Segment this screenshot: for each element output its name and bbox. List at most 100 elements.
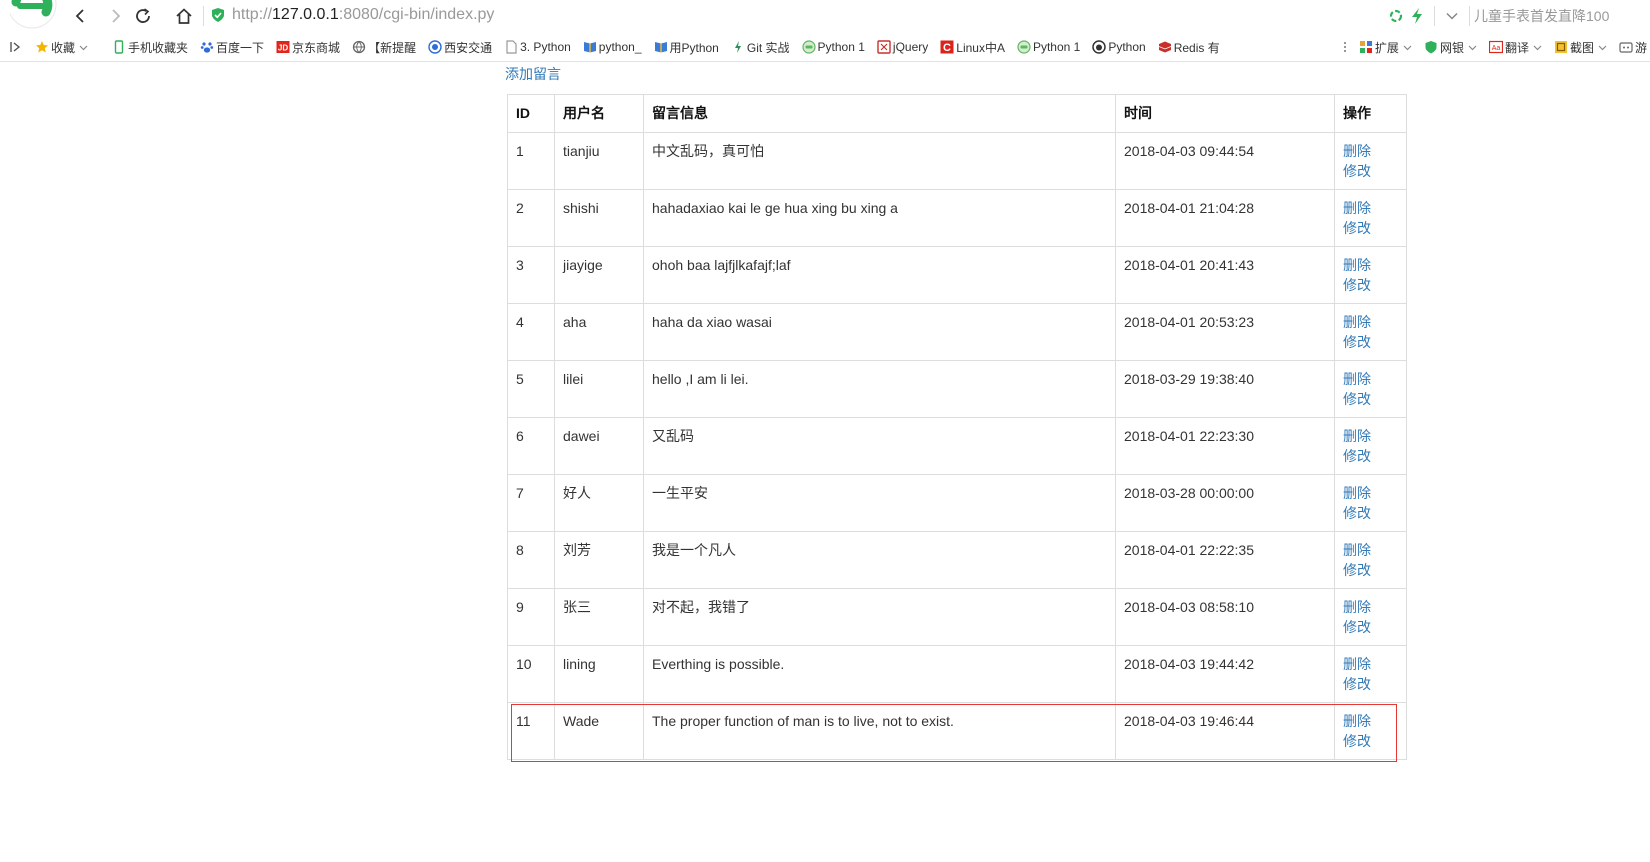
edit-link[interactable]: 修改 [1343, 617, 1398, 637]
python-flag-icon [654, 42, 667, 53]
cell-message: haha da xiao wasai [643, 303, 1116, 361]
delete-link[interactable]: 删除 [1343, 141, 1398, 161]
bookmarks-more-button[interactable] [1340, 36, 1350, 58]
column-header-actions: 操作 [1334, 94, 1407, 133]
home-icon [176, 8, 192, 24]
promo-text[interactable]: 儿童手表首发直降100 [1474, 4, 1609, 28]
bookmark-item[interactable]: Python [1089, 36, 1148, 58]
bookmark-tool-extension[interactable]: 扩展 [1356, 36, 1415, 58]
bookmark-item[interactable]: JD 京东商城 [273, 36, 343, 58]
table-row: 4 aha haha da xiao wasai 2018-04-01 20:53:2… [507, 303, 1407, 361]
toolbar-divider-right [1434, 6, 1435, 26]
url-scheme: http:// [232, 6, 273, 23]
bookmark-item[interactable]: Git 实战 [728, 36, 793, 58]
delete-link[interactable]: 删除 [1343, 597, 1398, 617]
bookmark-label: 京东商城 [292, 40, 341, 55]
column-header-id: ID [507, 94, 555, 133]
address-bar[interactable]: http://127.0.0.1:8080/cgi-bin/index.py [210, 2, 1390, 28]
cell-id: 6 [507, 417, 555, 475]
edit-link[interactable]: 修改 [1343, 389, 1398, 409]
edit-link[interactable]: 修改 [1343, 731, 1398, 751]
cell-message: hello ,I am li lei. [643, 360, 1116, 418]
bookmark-item[interactable]: 西安交通 [425, 36, 495, 58]
cell-user: lilei [554, 360, 644, 418]
edit-link[interactable]: 修改 [1343, 560, 1398, 580]
cell-time: 2018-04-01 21:04:28 [1115, 189, 1335, 247]
phone-icon [114, 40, 124, 54]
chevron-down-icon[interactable] [1445, 9, 1459, 23]
cell-user: jiayige [554, 246, 644, 304]
svg-text:JD: JD [278, 44, 288, 53]
cell-actions: 删除 修改 [1334, 702, 1407, 760]
bookmark-item[interactable]: Redis 有 [1155, 36, 1223, 58]
delete-link[interactable]: 删除 [1343, 312, 1398, 332]
bookmark-tool-shield[interactable]: 网银 [1421, 36, 1480, 58]
cell-message: The proper function of man is to live, n… [643, 702, 1116, 760]
cell-user: dawei [554, 417, 644, 475]
table-row: 9 张三 对不起，我错了 2018-04-03 08:58:10 删除 修改 [507, 588, 1407, 646]
bookmark-item[interactable]: python_ [580, 36, 645, 58]
forward-button[interactable] [102, 4, 128, 28]
bookmark-label: 【新提醒 [368, 40, 417, 55]
cell-id: 4 [507, 303, 555, 361]
bookmark-tool-game[interactable]: 游 [1616, 36, 1650, 58]
edit-link[interactable]: 修改 [1343, 674, 1398, 694]
bookmark-item[interactable]: 百度一下 [197, 36, 267, 58]
edit-link[interactable]: 修改 [1343, 332, 1398, 352]
reload-button[interactable] [130, 4, 156, 28]
c-logo-icon: C [940, 40, 954, 54]
delete-link[interactable]: 删除 [1343, 255, 1398, 275]
cell-actions: 删除 修改 [1334, 474, 1407, 532]
bookmark-item[interactable]: 收藏 [32, 36, 91, 58]
cell-actions: 删除 修改 [1334, 303, 1407, 361]
bookmark-tool-translate[interactable]: Aa 翻译 [1486, 36, 1545, 58]
bookmark-tool-label: 翻译 [1504, 40, 1529, 55]
edit-link[interactable]: 修改 [1343, 218, 1398, 238]
cell-id: 8 [507, 531, 555, 589]
python-circle-icon [801, 40, 816, 54]
cell-id: 2 [507, 189, 555, 247]
bookmark-item[interactable]: jQuery [874, 36, 931, 58]
chevron-down-icon [1598, 45, 1607, 50]
chevron-down-icon [1533, 45, 1542, 50]
cell-message: 中文乱码，真可怕 [643, 132, 1116, 190]
delete-link[interactable]: 删除 [1343, 711, 1398, 731]
cell-id: 9 [507, 588, 555, 646]
bookmark-label: Python 1 [817, 40, 865, 54]
delete-link[interactable]: 删除 [1343, 369, 1398, 389]
edit-link[interactable]: 修改 [1343, 161, 1398, 181]
bookmark-item[interactable]: 3. Python [501, 36, 574, 58]
cell-time: 2018-04-03 19:44:42 [1115, 645, 1335, 703]
sync-icon[interactable] [1388, 8, 1404, 24]
bookmark-list: 收藏 手机收藏夹 百度一下 JD 京东商城 【新提醒 西安交通 3. Python python… [32, 36, 1229, 58]
bookmark-item[interactable]: Python 1 [799, 36, 868, 58]
edit-link[interactable]: 修改 [1343, 446, 1398, 466]
bookmark-label: python_ [598, 40, 642, 54]
cell-time: 2018-04-01 22:22:35 [1115, 531, 1335, 589]
edit-link[interactable]: 修改 [1343, 503, 1398, 523]
delete-link[interactable]: 删除 [1343, 483, 1398, 503]
delete-link[interactable]: 删除 [1343, 540, 1398, 560]
add-message-link[interactable]: 添加留言 [505, 64, 561, 84]
bookmark-item[interactable]: C Linux中A [937, 36, 1008, 58]
cell-time: 2018-04-03 09:44:54 [1115, 132, 1335, 190]
cell-actions: 删除 修改 [1334, 189, 1407, 247]
bookmark-item[interactable]: 用Python [651, 36, 722, 58]
bookmark-item[interactable]: Python 1 [1014, 36, 1083, 58]
home-button[interactable] [171, 4, 197, 28]
delete-link[interactable]: 删除 [1343, 198, 1398, 218]
jd-icon: JD [276, 41, 290, 53]
edit-link[interactable]: 修改 [1343, 275, 1398, 295]
table-body: 1 tianjiu 中文乱码，真可怕 2018-04-03 09:44:54 删除 修改 2… [507, 132, 1407, 760]
cell-id: 1 [507, 132, 555, 190]
bookmark-item[interactable]: 手机收藏夹 [109, 36, 191, 58]
bookmark-tool-screenshot[interactable]: 截图 [1551, 36, 1610, 58]
bookmark-item[interactable]: 【新提醒 [349, 36, 419, 58]
sidebar-toggle-button[interactable] [0, 36, 32, 58]
lightning-icon[interactable] [1410, 7, 1424, 25]
table-row: 2 shishi hahadaxiao kai le ge hua xing bu … [507, 189, 1407, 247]
delete-link[interactable]: 删除 [1343, 654, 1398, 674]
table-row: 8 刘芳 我是一个凡人 2018-04-01 22:22:35 删除 修改 [507, 531, 1407, 589]
back-button[interactable] [68, 4, 94, 28]
delete-link[interactable]: 删除 [1343, 426, 1398, 446]
